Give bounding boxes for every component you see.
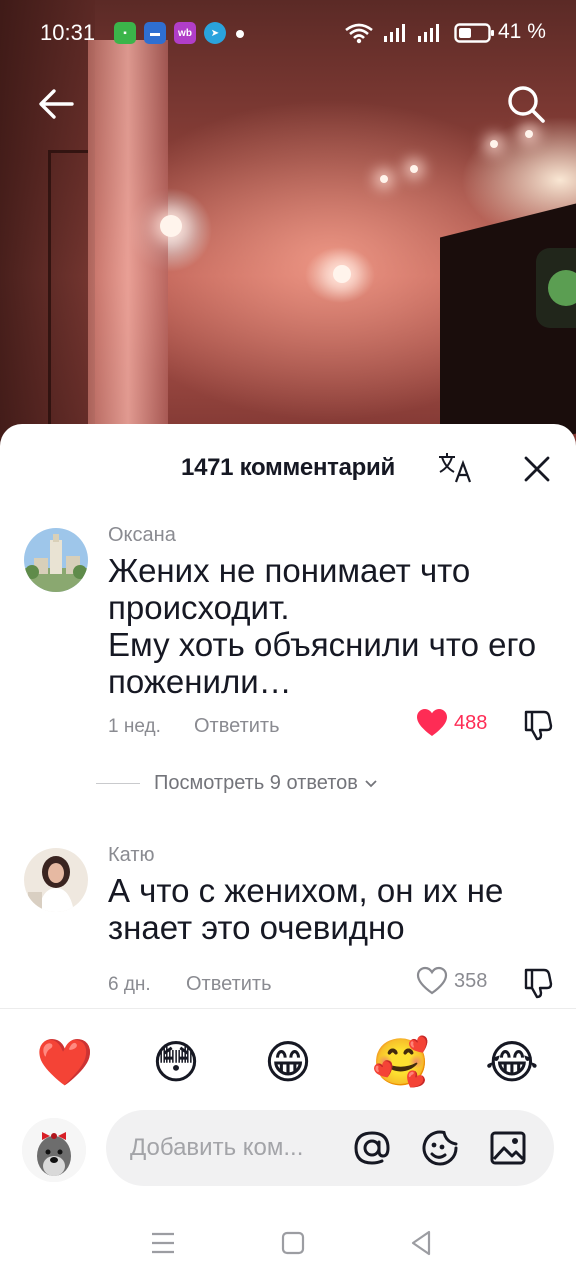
arrow-left-icon — [39, 89, 74, 119]
smiley-icon — [422, 1130, 458, 1166]
comment-author[interactable]: Катю — [108, 844, 155, 867]
video-door — [48, 150, 88, 440]
bus-app-icon: ▬ — [144, 22, 166, 44]
video-frame[interactable] — [0, 0, 576, 460]
comment-text: Жених не понимает что происходит. Ему хо… — [108, 552, 537, 700]
close-button[interactable] — [518, 450, 556, 488]
system-nav-bar — [0, 1200, 576, 1280]
signal-icon — [384, 24, 405, 42]
image-icon — [490, 1131, 526, 1165]
view-replies-button[interactable]: Посмотреть 9 ответов — [96, 772, 378, 795]
comment-time: 1 нед. — [108, 716, 161, 737]
view-replies-label: Посмотреть 9 ответов — [154, 772, 358, 794]
signal-icon — [418, 24, 439, 42]
triangle-back-icon — [411, 1230, 431, 1256]
emoji-picker-button[interactable] — [418, 1126, 462, 1170]
wb-app-icon: wb — [174, 22, 196, 44]
status-time: 10:31 — [40, 20, 96, 45]
emoji-flushed-button[interactable]: 😳 — [148, 1034, 204, 1090]
thumbs-down-icon — [524, 968, 553, 999]
like-count: 358 — [454, 969, 488, 992]
dislike-button[interactable] — [520, 708, 554, 742]
widget-avatar-icon — [548, 270, 576, 306]
dog-avatar-icon — [22, 1118, 86, 1182]
like-button[interactable]: 488 — [416, 708, 487, 738]
comment-time: 6 дн. — [108, 974, 151, 995]
image-attach-button[interactable] — [486, 1126, 530, 1170]
my-avatar[interactable] — [22, 1118, 86, 1182]
emoji-laugh-button[interactable]: 😂 — [484, 1034, 540, 1090]
recent-apps-button[interactable] — [146, 1226, 180, 1260]
input-divider — [0, 1008, 576, 1009]
comments-count-title: 1471 комментарий — [181, 454, 395, 481]
back-button[interactable] — [34, 82, 78, 126]
comment-input-row — [0, 1108, 576, 1194]
mention-button[interactable] — [350, 1126, 394, 1170]
video-spotlight — [490, 140, 498, 148]
telegram-app-icon: ➤ — [204, 22, 226, 44]
translate-icon — [439, 453, 472, 483]
like-button[interactable]: 358 — [416, 966, 487, 996]
avatar[interactable] — [24, 848, 88, 912]
comment-text: А что с женихом, он их не знает это очев… — [108, 872, 504, 946]
video-spotlight — [380, 175, 388, 183]
at-sign-icon — [354, 1131, 390, 1165]
thumbs-down-icon — [524, 710, 553, 741]
video-spotlight — [525, 130, 533, 138]
comment-author[interactable]: Оксана — [108, 524, 176, 547]
system-back-button[interactable] — [404, 1226, 438, 1260]
battery-icon — [454, 23, 494, 43]
comment-input-box[interactable] — [106, 1110, 554, 1186]
notification-dot-icon — [236, 30, 244, 38]
search-button[interactable] — [504, 82, 548, 126]
menu-icon — [152, 1232, 174, 1254]
emoji-heart-button[interactable]: ❤️ — [36, 1034, 93, 1090]
battery-level: 41 % — [498, 20, 546, 43]
heart-filled-icon — [417, 709, 447, 736]
dislike-button[interactable] — [520, 966, 554, 1000]
floating-widget[interactable] — [536, 248, 576, 328]
like-count: 488 — [454, 711, 488, 734]
avatar[interactable] — [24, 528, 88, 592]
video-spotlight — [333, 265, 351, 283]
status-bar: 10:31 ▪ ▬ wb ➤ 41 % — [0, 0, 576, 64]
wifi-icon — [345, 23, 373, 44]
comments-sheet: 1471 комментарий Оксана Жених не понимае… — [0, 424, 576, 1280]
tv-app-icon: ▪ — [114, 22, 136, 44]
emoji-bar: ❤️ 😳 😁 🥰 😂 — [0, 1028, 576, 1100]
video-spotlight — [160, 215, 182, 237]
reply-button[interactable]: Ответить — [194, 715, 280, 738]
emoji-hearts-face-button[interactable]: 🥰 — [372, 1034, 429, 1090]
translate-button[interactable] — [436, 450, 476, 486]
video-pillar — [88, 40, 168, 440]
avatar-photo-icon — [24, 848, 88, 912]
home-square-icon — [281, 1231, 305, 1255]
search-icon — [508, 86, 545, 123]
video-spotlight — [410, 165, 418, 173]
chevron-down-icon — [365, 779, 377, 787]
heart-outline-icon — [416, 966, 448, 995]
close-icon — [524, 456, 550, 482]
home-button[interactable] — [276, 1226, 310, 1260]
replies-divider-line — [96, 783, 140, 784]
avatar-photo-icon — [24, 528, 88, 592]
emoji-grin-button[interactable]: 😁 — [260, 1034, 316, 1090]
reply-button[interactable]: Ответить — [186, 973, 272, 996]
comment-input[interactable] — [130, 1126, 340, 1170]
